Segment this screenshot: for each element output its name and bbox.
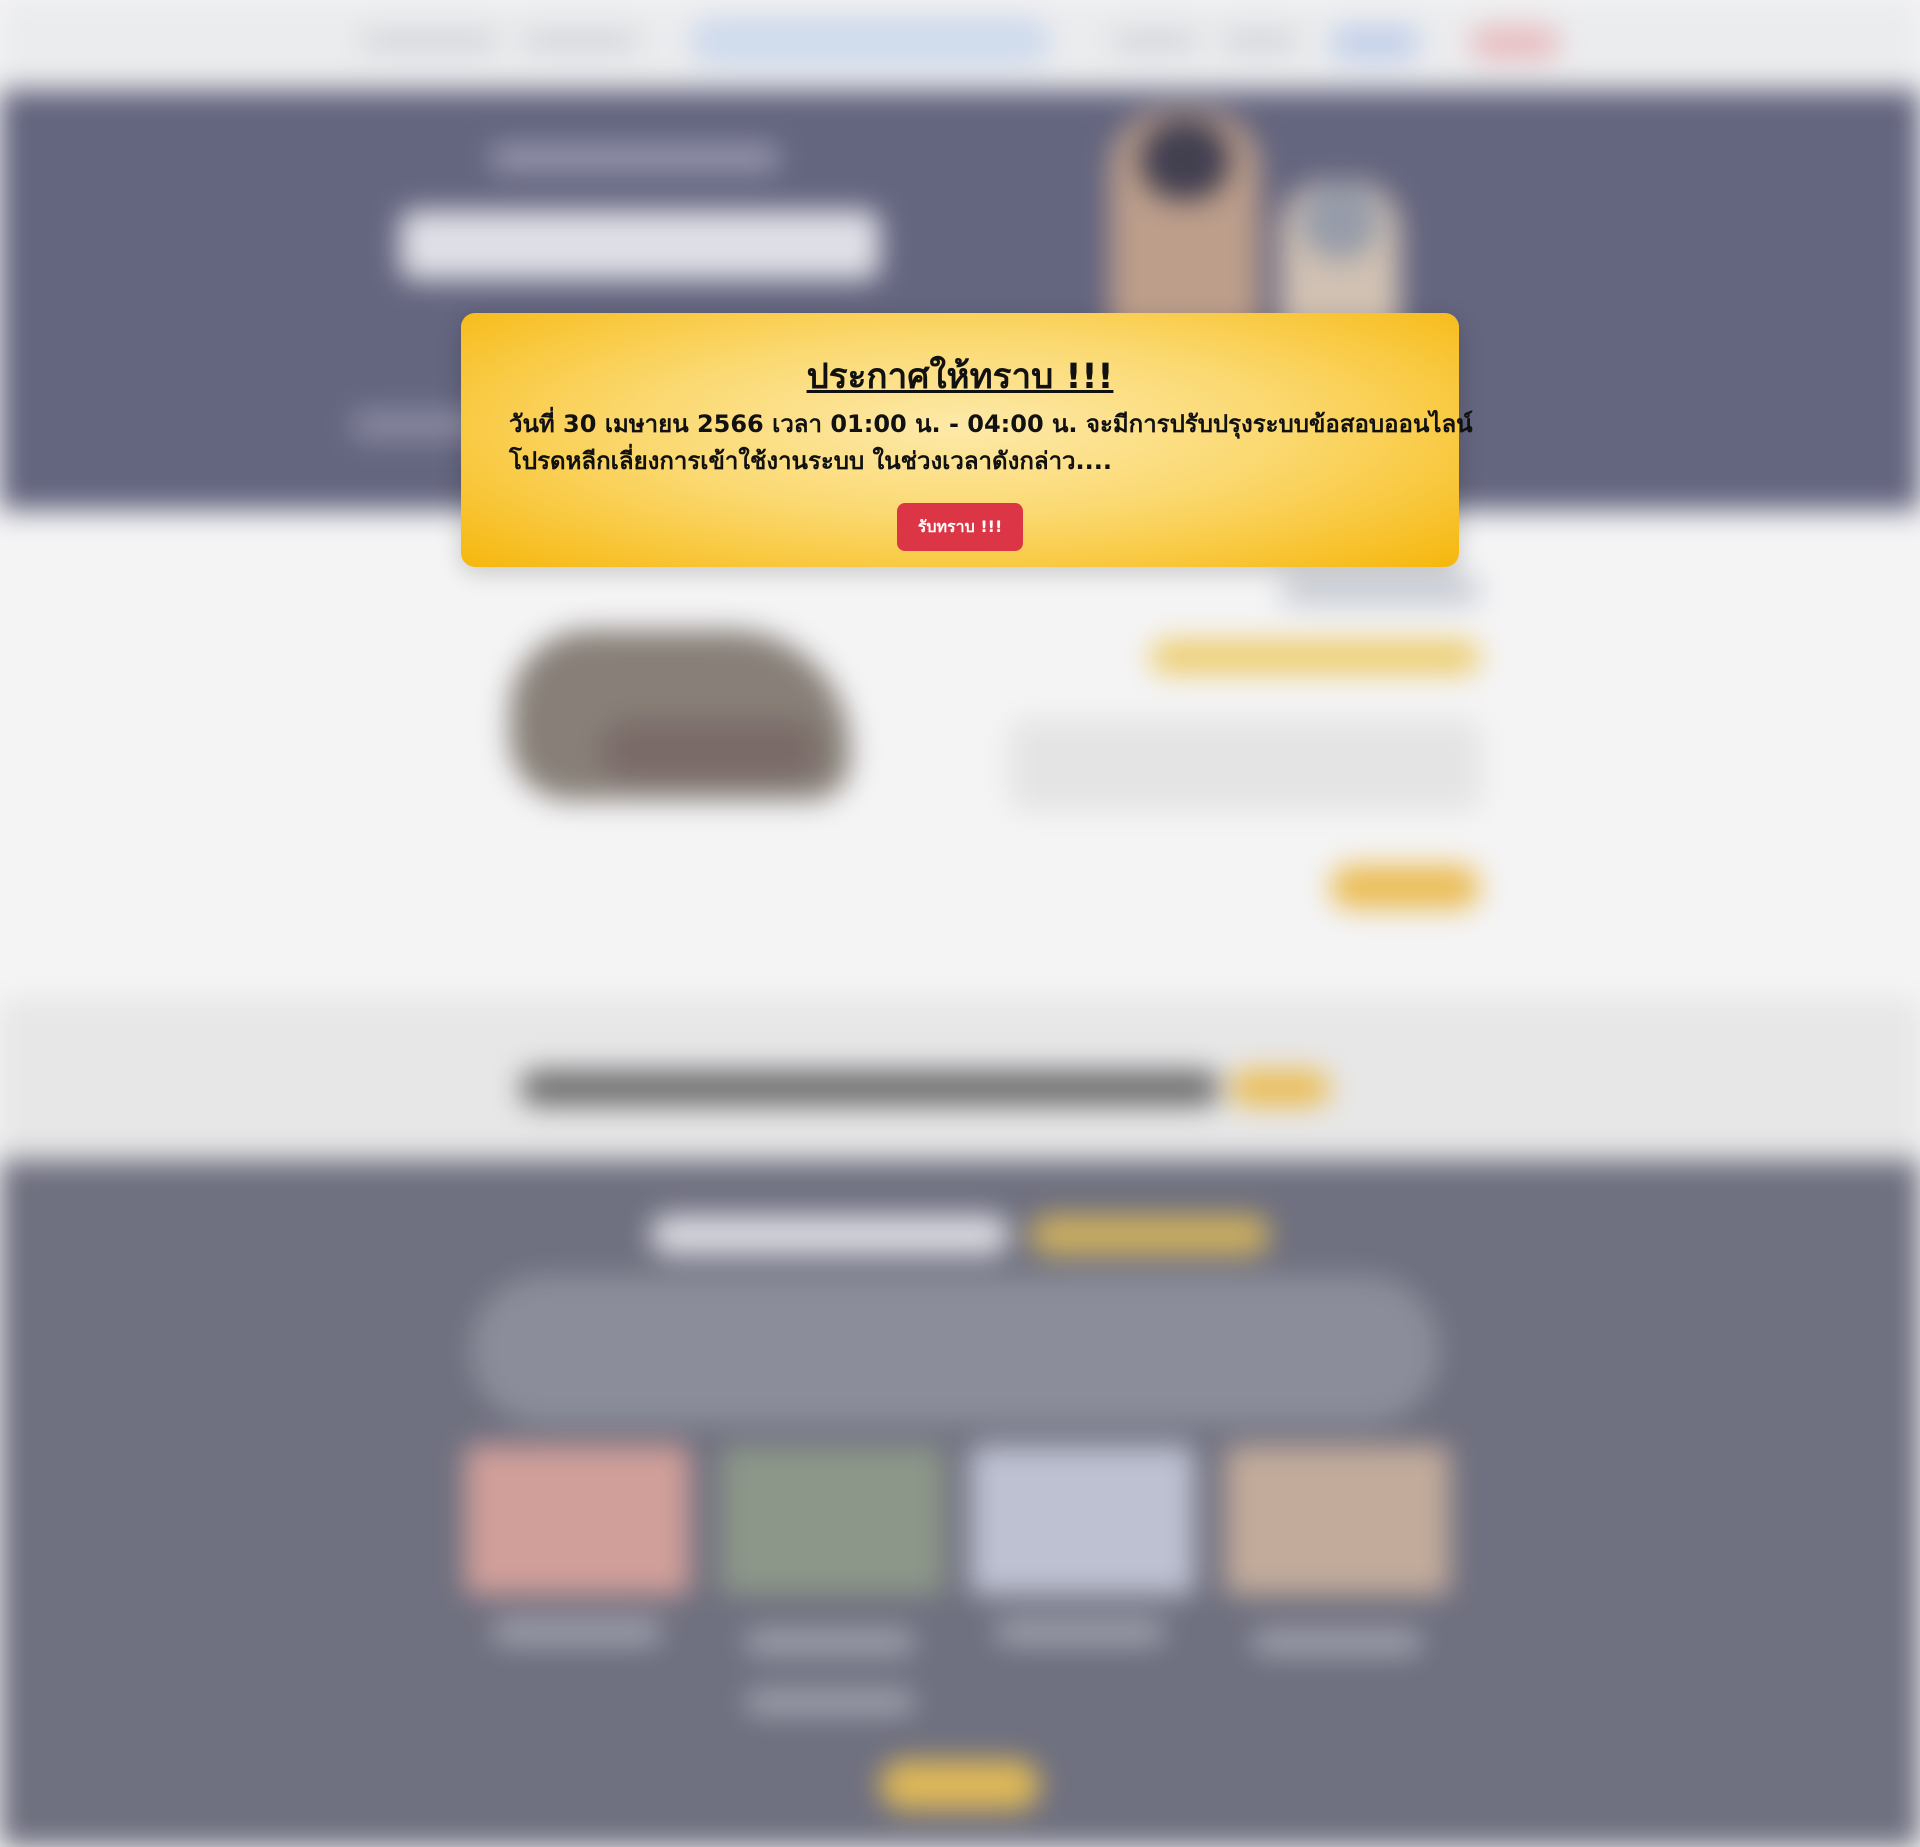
acknowledge-button[interactable]: รับทราบ !!! — [897, 503, 1023, 551]
announcement-line: โปรดหลีกเลี่ยงการเข้าใช้งานระบบ ในช่วงเว… — [509, 447, 1112, 475]
announcement-title: ประกาศให้ทราบ !!! — [806, 357, 1114, 397]
announcement-message: วันที่ 30 เมษายน 2566 เวลา 01:00 น. - 04… — [509, 406, 1473, 480]
announcement-line: วันที่ 30 เมษายน 2566 เวลา 01:00 น. - 04… — [509, 410, 1473, 438]
modal-backdrop — [0, 0, 1920, 1847]
announcement-modal: ประกาศให้ทราบ !!! วันที่ 30 เมษายน 2566 … — [461, 313, 1473, 567]
